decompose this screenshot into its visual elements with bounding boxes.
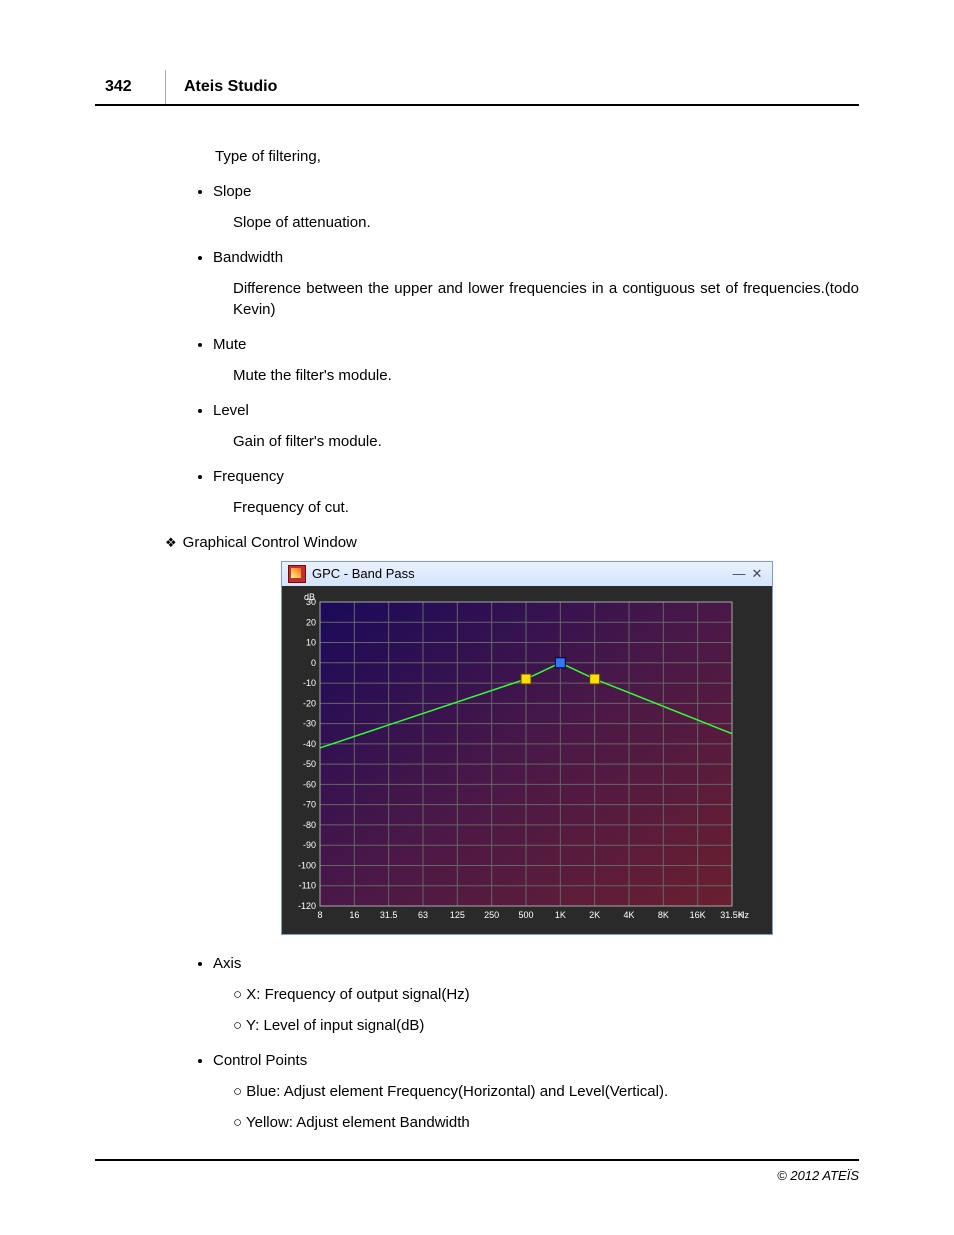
section-heading: ❖ Graphical Control Window — [165, 532, 859, 553]
axis-y: Y: Level of input signal(dB) — [233, 1015, 859, 1036]
svg-text:16K: 16K — [690, 910, 706, 920]
item-label: Control Points — [213, 1052, 307, 1069]
svg-text:-20: -20 — [303, 699, 316, 709]
svg-text:4K: 4K — [623, 910, 634, 920]
item-desc: Gain of filter's module. — [233, 431, 859, 452]
ctrl-blue: Blue: Adjust element Frequency(Horizonta… — [233, 1081, 859, 1102]
page-header: 342 Ateis Studio — [95, 70, 859, 106]
item-label: Frequency — [213, 468, 284, 485]
figure: GPC - Band Pass — ✕ 3020100-10-20-30-40-… — [281, 561, 773, 935]
svg-text:0: 0 — [311, 658, 316, 668]
axis-x: X: Frequency of output signal(Hz) — [233, 984, 859, 1005]
window-title: GPC - Band Pass — [312, 565, 415, 583]
chart-notes: Axis X: Frequency of output signal(Hz) Y… — [195, 953, 859, 1133]
app-window: GPC - Band Pass — ✕ 3020100-10-20-30-40-… — [281, 561, 773, 935]
svg-text:-100: -100 — [298, 861, 316, 871]
svg-text:-120: -120 — [298, 901, 316, 911]
item-label: Slope — [213, 183, 251, 200]
item-desc: Difference between the upper and lower f… — [233, 278, 859, 320]
svg-text:-40: -40 — [303, 739, 316, 749]
page-number: 342 — [95, 76, 165, 104]
svg-text:500: 500 — [518, 910, 533, 920]
chart-area[interactable]: 3020100-10-20-30-40-50-60-70-80-90-100-1… — [282, 586, 772, 934]
item-axis: Axis X: Frequency of output signal(Hz) Y… — [213, 953, 859, 1036]
app-icon — [288, 565, 306, 583]
footer: © 2012 ATEÏS — [95, 1159, 859, 1185]
doc-title: Ateis Studio — [174, 76, 277, 104]
item-level: Level Gain of filter's module. — [213, 400, 859, 452]
svg-text:-90: -90 — [303, 840, 316, 850]
item-desc: Mute the filter's module. — [233, 365, 859, 386]
definition-list: Slope Slope of attenuation. Bandwidth Di… — [195, 181, 859, 518]
item-label: Level — [213, 402, 249, 419]
svg-text:-50: -50 — [303, 759, 316, 769]
svg-text:31.5: 31.5 — [380, 910, 398, 920]
item-mute: Mute Mute the filter's module. — [213, 334, 859, 386]
item-label: Axis — [213, 955, 241, 972]
section-title: Graphical Control Window — [183, 534, 357, 551]
svg-text:8: 8 — [317, 910, 322, 920]
svg-text:10: 10 — [306, 638, 316, 648]
svg-text:-60: -60 — [303, 780, 316, 790]
svg-text:16: 16 — [349, 910, 359, 920]
svg-text:-80: -80 — [303, 820, 316, 830]
diamond-icon: ❖ — [165, 534, 177, 552]
item-label: Mute — [213, 336, 246, 353]
response-chart[interactable]: 3020100-10-20-30-40-50-60-70-80-90-100-1… — [286, 588, 762, 928]
item-frequency: Frequency Frequency of cut. — [213, 466, 859, 518]
ctrl-yellow: Yellow: Adjust element Bandwidth — [233, 1112, 859, 1133]
header-divider — [165, 70, 166, 104]
svg-text:63: 63 — [418, 910, 428, 920]
item-control-points: Control Points Blue: Adjust element Freq… — [213, 1050, 859, 1133]
item-slope: Slope Slope of attenuation. — [213, 181, 859, 233]
item-label: Bandwidth — [213, 249, 283, 266]
axis-sublist: X: Frequency of output signal(Hz) Y: Lev… — [213, 984, 859, 1036]
body: Type of filtering, Slope Slope of attenu… — [95, 146, 859, 1133]
svg-text:20: 20 — [306, 617, 316, 627]
svg-text:125: 125 — [450, 910, 465, 920]
svg-text:Hz: Hz — [738, 910, 749, 920]
svg-text:-30: -30 — [303, 719, 316, 729]
window-titlebar[interactable]: GPC - Band Pass — ✕ — [282, 562, 772, 586]
close-button[interactable]: ✕ — [748, 565, 766, 583]
item-desc: Frequency of cut. — [233, 497, 859, 518]
svg-text:1K: 1K — [555, 910, 566, 920]
svg-text:-110: -110 — [299, 881, 316, 891]
minimize-button[interactable]: — — [730, 565, 748, 583]
ctrl-sublist: Blue: Adjust element Frequency(Horizonta… — [213, 1081, 859, 1133]
item-bandwidth: Bandwidth Difference between the upper a… — [213, 247, 859, 320]
svg-text:dB: dB — [304, 592, 315, 602]
svg-text:-10: -10 — [303, 678, 316, 688]
item-desc: Slope of attenuation. — [233, 212, 859, 233]
svg-text:250: 250 — [484, 910, 499, 920]
svg-text:2K: 2K — [589, 910, 600, 920]
intro-desc: Type of filtering, — [195, 146, 859, 167]
svg-text:-70: -70 — [303, 800, 316, 810]
svg-text:8K: 8K — [658, 910, 669, 920]
